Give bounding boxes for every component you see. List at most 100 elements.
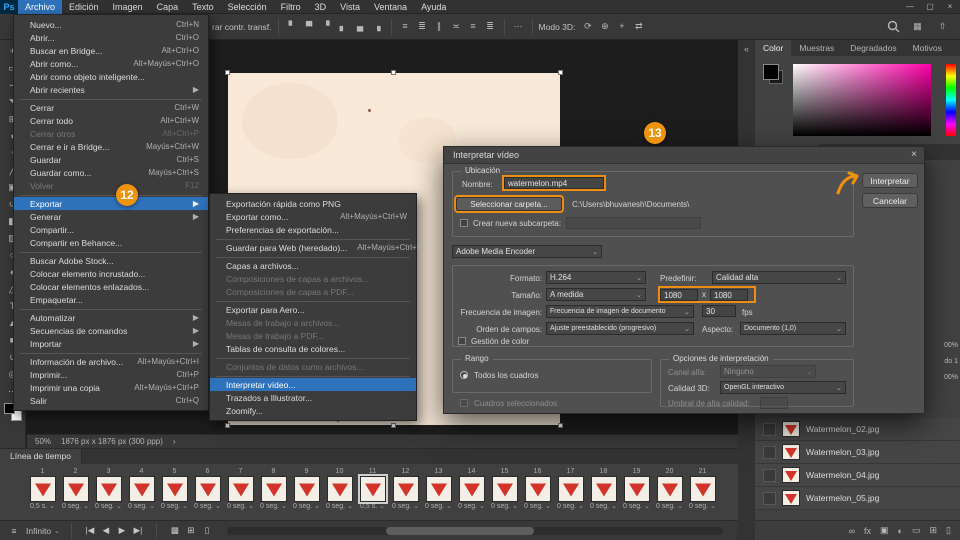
subfolder-name-input[interactable] [566, 217, 701, 229]
scrollbar-thumb[interactable] [386, 527, 535, 535]
menubar-menu[interactable]: Capa [150, 0, 186, 14]
select-folder-button[interactable]: Seleccionar carpeta... [456, 197, 562, 211]
status-chevron-icon[interactable]: › [173, 437, 176, 446]
layer-thumbnail[interactable] [782, 421, 800, 437]
menubar-menu[interactable]: Filtro [274, 0, 308, 14]
preset-select[interactable]: Calidad alta⌄ [712, 271, 846, 284]
menu-item[interactable]: Cerrar e ir a Bridge... Mayús+Ctrl+W [14, 140, 208, 153]
submenu-item[interactable]: Composiciones de capas a archivos... [210, 272, 416, 285]
frame-duration[interactable]: 0 seg. ⌄ [590, 502, 617, 512]
panel-tab[interactable]: Color [755, 40, 791, 56]
menu-item[interactable]: Empaquetar... [14, 293, 208, 306]
menu-item[interactable]: Automatizar ▶ [14, 311, 208, 324]
frame-duration[interactable]: 0 seg. ⌄ [326, 502, 353, 512]
menubar-menu[interactable]: Selección [221, 0, 274, 14]
menu-item[interactable]: Compartir... [14, 223, 208, 236]
frame-thumbnail[interactable] [96, 476, 122, 502]
animation-frame[interactable]: 11 0,5 s. ⌄ [356, 467, 389, 512]
menubar-menu[interactable]: Imagen [106, 0, 150, 14]
animation-frame[interactable]: 19 0 seg. ⌄ [620, 467, 653, 512]
submenu-item[interactable]: Interpretar vídeo... [210, 378, 416, 391]
menu-item[interactable]: Compartir en Behance... [14, 236, 208, 249]
color-field[interactable] [793, 64, 931, 136]
frame-thumbnail[interactable] [195, 476, 221, 502]
align-vcenter-icon[interactable]: ▀ [302, 19, 317, 34]
new-layer-icon[interactable]: ⊞ [930, 525, 938, 536]
frame-thumbnail[interactable] [426, 476, 452, 502]
frame-duration[interactable]: 0 seg. ⌄ [491, 502, 518, 512]
animation-frame[interactable]: 9 0 seg. ⌄ [290, 467, 323, 512]
frame-duration[interactable]: 0 seg. ⌄ [161, 502, 188, 512]
menubar-menu[interactable]: Ventana [367, 0, 414, 14]
timeline-menu-icon[interactable]: ≡ [7, 526, 21, 536]
submenu-item[interactable]: Mesas de trabajo a PDF... [210, 329, 416, 342]
adjustment-layer-icon[interactable]: ◐ [898, 526, 903, 536]
submenu-item[interactable]: Exportación rápida como PNG [210, 197, 416, 210]
height-input[interactable]: 1080 [710, 289, 748, 301]
submenu-item[interactable]: Tablas de consulta de colores... [210, 342, 416, 355]
distribute-top-icon[interactable]: ≡ [398, 19, 413, 34]
layer-visibility-toggle[interactable] [763, 423, 776, 436]
frame-duration[interactable]: 0 seg. ⌄ [425, 502, 452, 512]
menubar-menu[interactable]: Archivo [18, 0, 62, 14]
animation-frame[interactable]: 1 0,5 s. ⌄ [26, 467, 59, 512]
menu-item[interactable]: Imprimir una copia Alt+Mayús+Ctrl+P [14, 381, 208, 394]
animation-frame[interactable]: 3 0 seg. ⌄ [92, 467, 125, 512]
frame-duration[interactable]: 0 seg. ⌄ [95, 502, 122, 512]
frame-duration[interactable]: 0 seg. ⌄ [392, 502, 419, 512]
animation-frame[interactable]: 4 0 seg. ⌄ [125, 467, 158, 512]
fps-input[interactable]: 30 [702, 305, 736, 317]
cancel-button[interactable]: Cancelar [862, 193, 918, 208]
frame-duration[interactable]: 0 seg. ⌄ [194, 502, 221, 512]
menu-item[interactable]: Buscar Adobe Stock... [14, 254, 208, 267]
animation-frame[interactable]: 21 0 seg. ⌄ [686, 467, 719, 512]
animation-frame[interactable]: 15 0 seg. ⌄ [488, 467, 521, 512]
transform-handle[interactable] [558, 70, 563, 75]
layer-row[interactable]: Watermelon_02.jpg [755, 418, 960, 441]
name-input[interactable]: watermelon.mp4 [504, 177, 604, 189]
frame-thumbnail[interactable] [624, 476, 650, 502]
submenu-item[interactable]: Guardar para Web (heredado)... Alt+Mayús… [210, 241, 416, 254]
frame-duration[interactable]: 0 seg. ⌄ [260, 502, 287, 512]
animation-frame[interactable]: 13 0 seg. ⌄ [422, 467, 455, 512]
submenu-item[interactable]: Conjuntos de datos como archivos... [210, 360, 416, 373]
3d-orbit-icon[interactable]: ⟳ [580, 19, 595, 34]
menu-item[interactable]: Imprimir... Ctrl+P [14, 368, 208, 381]
frame-duration[interactable]: 0 seg. ⌄ [689, 502, 716, 512]
menu-item[interactable]: Colocar elementos enlazados... [14, 280, 208, 293]
3d-roll-icon[interactable]: ⊕ [597, 19, 612, 34]
layer-row[interactable]: Watermelon_05.jpg [755, 487, 960, 510]
frame-duration[interactable]: 0 seg. ⌄ [458, 502, 485, 512]
delete-frame-icon[interactable]: ▯ [200, 525, 214, 536]
foreground-color-well[interactable] [763, 64, 779, 80]
duplicate-frame-icon[interactable]: ⊞ [184, 525, 198, 536]
menubar-menu[interactable]: Ayuda [414, 0, 453, 14]
width-input[interactable]: 1080 [660, 289, 698, 301]
frame-thumbnail[interactable] [393, 476, 419, 502]
frame-duration[interactable]: 0 seg. ⌄ [524, 502, 551, 512]
distribute-vcenter-icon[interactable]: ≣ [415, 19, 430, 34]
transform-handle[interactable] [225, 423, 230, 428]
layer-row[interactable]: Watermelon_04.jpg [755, 464, 960, 487]
frame-thumbnail[interactable] [492, 476, 518, 502]
menu-item[interactable]: Salir Ctrl+Q [14, 394, 208, 407]
alpha-channel-select[interactable]: Ninguno⌄ [720, 365, 816, 378]
layer-visibility-toggle[interactable] [763, 446, 776, 459]
menu-item[interactable]: Cerrar todo Alt+Ctrl+W [14, 114, 208, 127]
link-icon[interactable]: ∞ [849, 526, 855, 536]
size-mode-select[interactable]: A medida⌄ [546, 288, 646, 301]
layer-mask-icon[interactable]: ▣ [880, 525, 889, 536]
frame-duration[interactable]: 0 seg. ⌄ [557, 502, 584, 512]
frame-duration[interactable]: 0 seg. ⌄ [62, 502, 89, 512]
frame-thumbnail[interactable] [30, 476, 56, 502]
trash-icon[interactable]: ▯ [946, 525, 951, 536]
animation-frame[interactable]: 12 0 seg. ⌄ [389, 467, 422, 512]
menubar-menu[interactable]: Texto [185, 0, 221, 14]
animation-frame[interactable]: 2 0 seg. ⌄ [59, 467, 92, 512]
frame-thumbnail[interactable] [129, 476, 155, 502]
menu-item[interactable]: Abrir como... Alt+Mayús+Ctrl+O [14, 57, 208, 70]
submenu-item[interactable]: Mesas de trabajo a archivos... [210, 316, 416, 329]
panel-tab[interactable]: Muestras [791, 40, 842, 56]
frame-duration[interactable]: 0 seg. ⌄ [128, 502, 155, 512]
layer-thumbnail[interactable] [782, 444, 800, 460]
